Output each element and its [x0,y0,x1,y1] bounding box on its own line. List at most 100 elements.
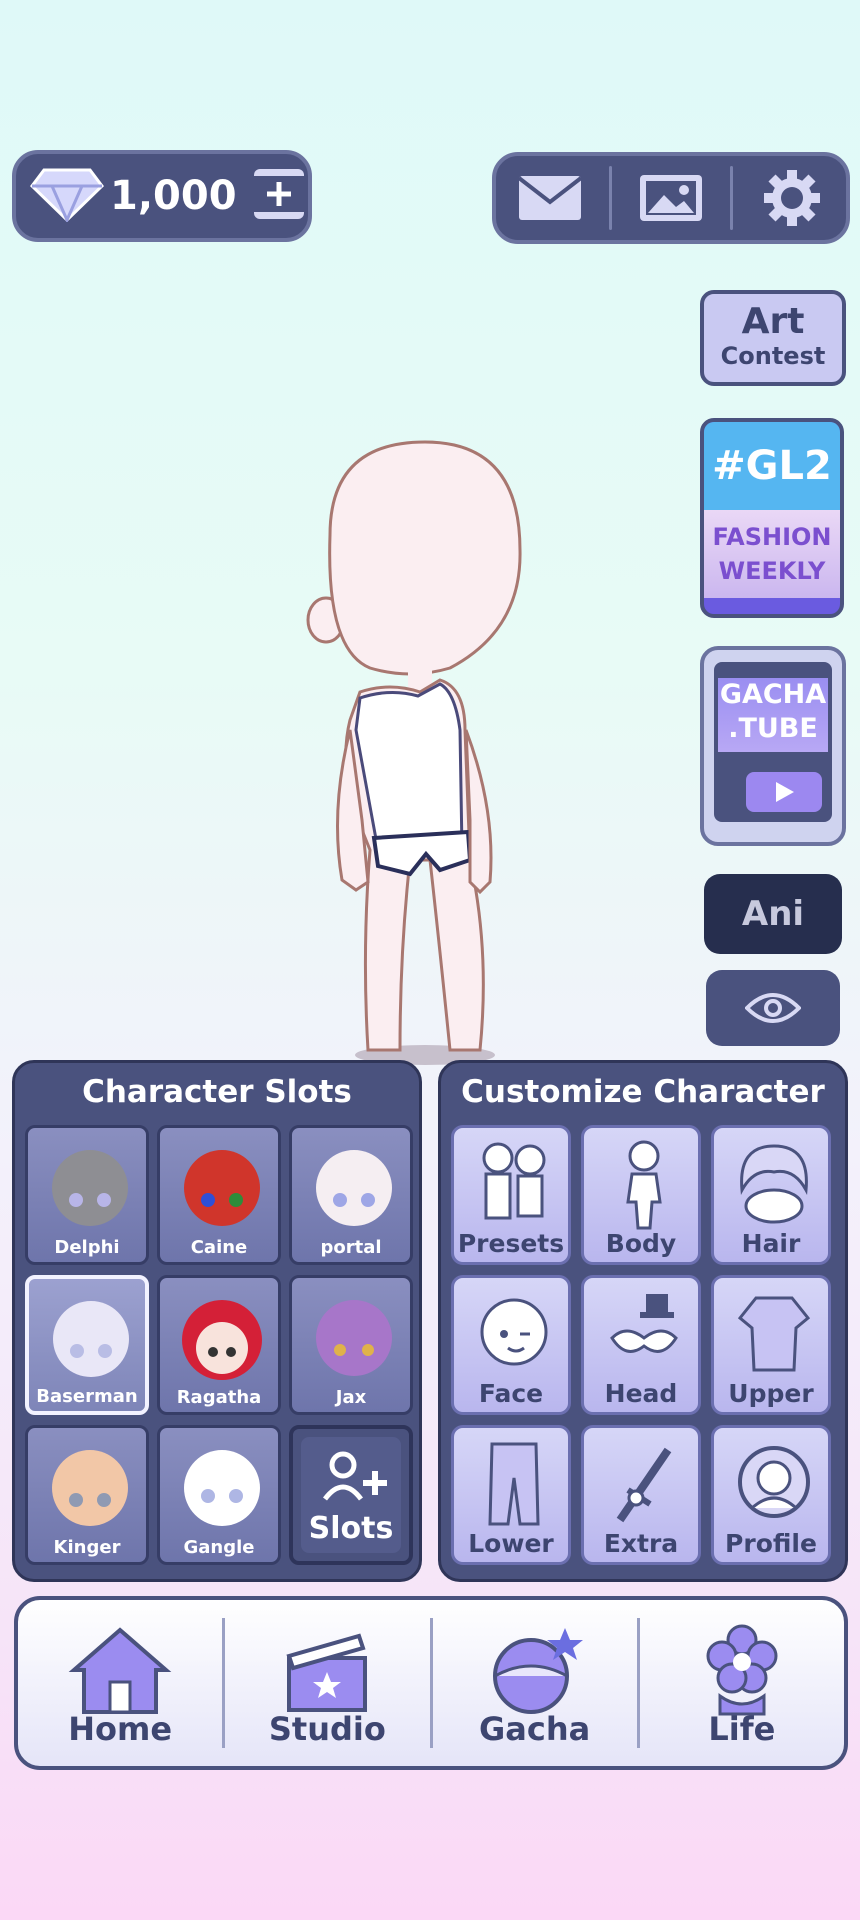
nav-gacha-label: Gacha [479,1710,591,1748]
fashion-weekly-label: FASHION WEEKLY [704,510,840,598]
slot-name: Kinger [53,1537,121,1558]
body-icon [626,1140,662,1230]
slot-name: Jax [335,1387,367,1408]
art-contest-line1: Art [741,301,805,342]
customize-label: Head [604,1379,678,1408]
fashion-weekly-line1: FASHION [712,523,832,551]
clapperboard-icon [286,1633,368,1712]
gacha-tube-line1: GACHA [719,679,827,710]
slot-name: Delphi [54,1237,120,1258]
art-contest-line2: Contest [720,342,826,370]
currency-display: 1,000 [12,150,312,242]
avatar [182,1300,262,1380]
animation-toggle-button[interactable]: Ani [704,874,842,954]
add-currency-icon[interactable] [251,166,307,226]
diamond-icon [30,166,104,226]
nav-gacha[interactable]: Gacha [429,1618,637,1748]
customize-label: Upper [728,1379,814,1408]
nav-home[interactable]: Home [18,1600,222,1766]
avatar [184,1450,260,1526]
presets-icon [482,1142,546,1220]
customize-head[interactable]: Head [581,1275,701,1415]
currency-amount: 1,000 [110,173,237,219]
settings-button[interactable] [742,158,842,238]
fashion-weekly-button[interactable]: #GL2 FASHION WEEKLY [700,418,844,618]
sword-icon [616,1447,672,1523]
slot-baserman[interactable]: Baserman [25,1275,149,1415]
slot-delphi[interactable]: Delphi [25,1125,149,1265]
slot-name: Gangle [183,1537,255,1558]
ani-label: Ani [741,894,805,934]
customize-label: Extra [603,1529,679,1558]
settings-icon [763,170,820,226]
nav-home-label: Home [68,1710,173,1748]
gacha-tube-screen: GACHA .TUBE [714,662,832,822]
fashion-weekly-line2: WEEKLY [718,557,826,585]
pants-icon [488,1442,540,1526]
customize-label: Body [605,1229,677,1258]
add-slots-button[interactable]: Slots [289,1425,413,1565]
avatar [52,1150,128,1226]
customize-label: Lower [468,1529,554,1558]
character-slots-title: Character Slots [82,1074,352,1110]
visibility-toggle-button[interactable] [706,970,840,1046]
character-preview[interactable] [290,430,560,1070]
bottom-nav: Home Studio Gacha Life [14,1596,848,1770]
gacha-tube-button[interactable]: GACHA .TUBE [700,646,846,846]
slot-name: Ragatha [176,1387,262,1408]
shirt-icon [737,1296,811,1372]
eye-icon [745,993,801,1023]
customize-face[interactable]: Face [451,1275,571,1415]
nav-studio-label: Studio [268,1710,386,1748]
avatar [53,1301,129,1377]
add-user-icon [323,1451,387,1501]
slot-name: Baserman [36,1386,138,1407]
slot-ragatha[interactable]: Ragatha [157,1275,281,1415]
customize-presets[interactable]: Presets [451,1125,571,1265]
add-slots-label: Slots [308,1511,394,1546]
nav-life-label: Life [708,1710,776,1748]
nav-studio[interactable]: Studio [222,1618,429,1748]
top-icon-bar [492,152,850,244]
gallery-button[interactable] [621,158,721,238]
gacha-tube-title: GACHA .TUBE [718,678,828,752]
avatar [52,1450,128,1526]
flower-icon [706,1624,778,1716]
customize-label: Profile [725,1529,817,1558]
mail-button[interactable] [500,158,600,238]
gallery-icon [639,175,702,221]
slot-name: portal [320,1237,382,1258]
customize-label: Hair [741,1229,801,1258]
home-icon [68,1627,172,1714]
customize-profile[interactable]: Profile [711,1425,831,1565]
fashion-weekly-tag: #GL2 [704,422,840,510]
gacha-ball-icon [492,1628,583,1714]
customize-title: Customize Character [461,1074,825,1110]
nav-life[interactable]: Life [636,1618,844,1748]
slot-kinger[interactable]: Kinger [25,1425,149,1565]
slot-name: Caine [190,1237,248,1258]
divider [729,166,733,230]
profile-icon [738,1446,810,1518]
customize-upper[interactable]: Upper [711,1275,831,1415]
customize-lower[interactable]: Lower [451,1425,571,1565]
gacha-tube-line2: .TUBE [728,713,818,744]
customize-extra[interactable]: Extra [581,1425,701,1565]
customize-body[interactable]: Body [581,1125,701,1265]
customize-character-panel: Customize Character Presets Body Hair Fa… [438,1060,848,1582]
slot-jax[interactable]: Jax [289,1275,413,1415]
avatar [316,1300,392,1376]
avatar [316,1150,392,1226]
avatar [184,1150,260,1226]
art-contest-button[interactable]: Art Contest [700,290,846,386]
divider [609,166,613,230]
slot-caine[interactable]: Caine [157,1125,281,1265]
play-icon [746,772,822,812]
customize-hair[interactable]: Hair [711,1125,831,1265]
customize-label: Presets [457,1229,565,1258]
head-accessory-icon [610,1294,678,1353]
slot-gangle[interactable]: Gangle [157,1425,281,1565]
mail-icon [518,176,583,220]
slot-portal[interactable]: portal [289,1125,413,1265]
character-slots-panel: Character Slots Delphi Caine portal Base… [12,1060,422,1582]
